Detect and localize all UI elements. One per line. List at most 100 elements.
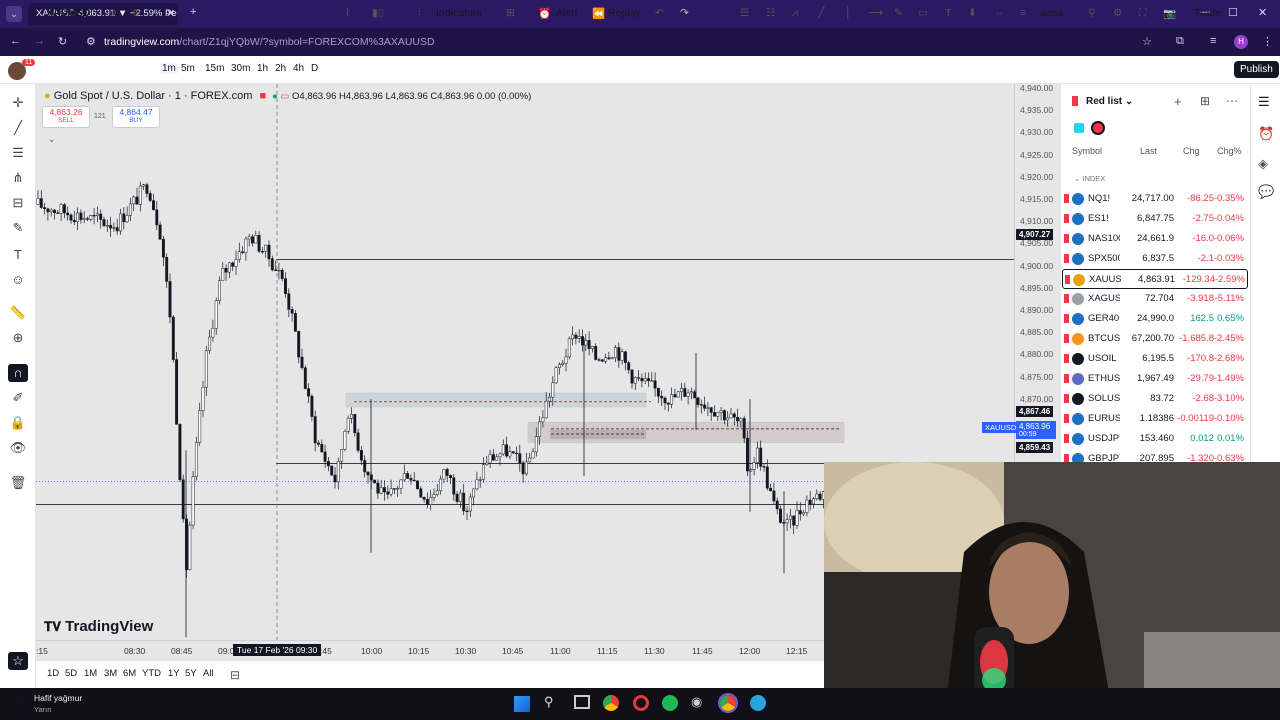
close-window-icon[interactable]: ✕ — [1258, 6, 1267, 19]
channel-tool-icon[interactable]: ☰ — [8, 144, 28, 162]
col-last[interactable]: Last — [1140, 146, 1157, 156]
site-info-icon[interactable]: ⚙ — [86, 35, 96, 48]
alert-icon[interactable]: ⏰ — [538, 7, 551, 20]
row-flag-icon[interactable] — [1064, 434, 1069, 443]
add-symbol-watchlist-icon[interactable]: + — [1174, 94, 1182, 109]
layout-name[interactable]: aaaa — [1040, 7, 1063, 19]
weather-text[interactable]: Hafif yağmur — [34, 693, 82, 703]
range-1m[interactable]: 1M — [84, 668, 97, 679]
zoom-in-icon[interactable]: ⊕ — [8, 329, 28, 347]
search-icon[interactable]: ⚲ — [544, 694, 554, 710]
arrow-icon[interactable]: ⬇ — [968, 7, 977, 19]
chrome-active-icon[interactable] — [718, 693, 738, 713]
text-icon[interactable]: T — [945, 7, 951, 19]
range-5d[interactable]: 5D — [65, 668, 77, 679]
watchlist-toggle-icon[interactable]: ☰ — [1258, 94, 1270, 110]
add-symbol-icon[interactable]: ⊕ — [132, 7, 141, 19]
range-3m[interactable]: 3M — [104, 668, 117, 679]
new-tab-icon[interactable]: + — [190, 6, 196, 18]
trendline-icon[interactable]: ╱ — [818, 7, 824, 19]
watchlist-row[interactable]: EURUSD 1.18386-0.00119-0.10% — [1062, 409, 1248, 429]
ruler-icon[interactable]: ⇔ — [994, 7, 1005, 19]
watchlist-title[interactable]: Red list ⌄ — [1086, 96, 1133, 107]
watchlist-row[interactable]: BTCUSD 67,200.70 -1,685.8-2.45% — [1062, 329, 1248, 349]
alerts-clock-icon[interactable]: ⏰ — [1258, 126, 1274, 142]
start-icon[interactable] — [514, 696, 530, 712]
bookmark-star-icon[interactable]: ☆ — [1142, 35, 1152, 48]
layout-icon[interactable]: ≡ — [1020, 7, 1026, 19]
chat-icon[interactable]: 💬 — [1258, 184, 1274, 200]
watchlist-row[interactable]: ETHUSD 1,967.49 -29.79-1.49% — [1062, 369, 1248, 389]
horizontal-ray-icon[interactable]: ⟶ — [868, 7, 883, 19]
chrome-icon[interactable] — [603, 695, 619, 711]
buy-button[interactable]: 4,864.47 BUY — [112, 106, 160, 128]
col-pct[interactable]: Chg% — [1217, 146, 1242, 156]
measure-icon[interactable]: 📏 — [8, 304, 28, 322]
legend-title[interactable]: Gold Spot / U.S. Dollar · 1 · FOREX.com — [54, 90, 253, 102]
interval-4h[interactable]: 4h — [291, 63, 306, 74]
fib-icon[interactable]: ☷ — [766, 7, 775, 19]
trade-button[interactable]: Trade — [1194, 7, 1221, 19]
range-all[interactable]: All — [203, 668, 214, 679]
publish-button[interactable]: Publish — [1234, 61, 1279, 78]
date-range-icon[interactable]: ⊟ — [230, 668, 240, 682]
row-flag-icon[interactable] — [1064, 234, 1069, 243]
brush-icon[interactable]: ✎ — [894, 7, 903, 19]
indicators-button[interactable]: Indicators — [436, 7, 482, 19]
lock-icon[interactable]: 🔒 — [8, 414, 28, 432]
watchlist-row[interactable]: NQ1! 24,717.00 -86.25 -0.35% — [1062, 189, 1248, 209]
interval-1m[interactable]: 1m — [160, 63, 178, 74]
flag-filter-red-icon[interactable] — [1091, 121, 1105, 135]
draw-mode-icon[interactable]: ✐ — [8, 389, 28, 407]
watchlist-row[interactable]: USOIL 6,195.5 -170.8 -2.68% — [1062, 349, 1248, 369]
task-view-icon[interactable] — [574, 695, 590, 709]
patterns-tool-icon[interactable]: ⊟ — [8, 194, 28, 212]
pitchfork-icon[interactable]: ⋔ — [8, 169, 28, 187]
sell-button[interactable]: 4,863.26 SELL — [42, 106, 90, 128]
reload-icon[interactable]: ↻ — [58, 35, 67, 48]
symbol-search[interactable]: XAUUSD — [46, 7, 90, 19]
emoji-icon[interactable]: ☺ — [8, 271, 28, 289]
tab-menu-icon[interactable]: ⌄ — [6, 6, 22, 22]
watchlist-row[interactable]: SOLUSD 83.72 -2.68-3.10% — [1062, 389, 1248, 409]
pattern-icon[interactable]: ⩘ — [792, 7, 798, 20]
more-options-icon[interactable]: ⋯ — [1226, 94, 1238, 108]
settings-icon[interactable]: ⚙ — [1113, 7, 1122, 19]
browser-menu-icon[interactable]: ⋮ — [1262, 35, 1273, 48]
zoom-icon[interactable]: ⚲ — [1088, 7, 1096, 19]
flag-filter-cyan-icon[interactable] — [1074, 123, 1084, 133]
brush-tool-icon[interactable]: ✎ — [8, 219, 28, 237]
fullscreen-icon[interactable]: ⛶ — [1139, 7, 1146, 20]
row-flag-icon[interactable] — [1064, 394, 1069, 403]
row-flag-icon[interactable] — [1064, 334, 1069, 343]
text-tool-icon[interactable]: T — [8, 246, 28, 264]
favorites-star-icon[interactable]: ☆ — [8, 652, 28, 670]
range-1y[interactable]: 1Y — [168, 668, 180, 679]
row-flag-icon[interactable] — [1064, 214, 1069, 223]
range-6m[interactable]: 6M — [123, 668, 136, 679]
redo-icon[interactable]: ↷ — [680, 7, 689, 19]
trendline-tool-icon[interactable]: ╱ — [8, 119, 28, 137]
close-tab-icon[interactable]: ✕ — [166, 7, 175, 20]
layers-icon[interactable]: ◈ — [1258, 156, 1268, 172]
range-ytd[interactable]: YTD — [142, 668, 161, 679]
replay-icon[interactable]: ⏪ — [592, 7, 605, 20]
templates-icon[interactable]: ⊞ — [506, 7, 515, 19]
undo-icon[interactable]: ↶ — [655, 7, 664, 19]
interval-D[interactable]: D — [309, 63, 320, 74]
trash-icon[interactable]: 🗑 — [8, 474, 28, 492]
profile-avatar[interactable]: H — [1234, 35, 1248, 49]
row-flag-icon[interactable] — [1064, 314, 1069, 323]
watchlist-row[interactable]: XAUUSD 4,863.91 -129.34-2.59% — [1062, 269, 1248, 289]
range-1d[interactable]: 1D — [47, 668, 59, 679]
eye-icon[interactable]: 👁 — [8, 439, 28, 457]
candles-icon[interactable]: ▮▯ — [372, 7, 384, 19]
forward-icon[interactable]: → — [34, 35, 45, 47]
interval-15m[interactable]: 15m — [203, 63, 226, 74]
row-flag-icon[interactable] — [1064, 374, 1069, 383]
media-icon[interactable]: ≡ — [1210, 35, 1216, 47]
rectangle-icon[interactable]: ▭ — [918, 7, 928, 19]
vertical-line-icon[interactable]: │ — [845, 7, 852, 19]
row-flag-icon[interactable] — [1064, 194, 1069, 203]
watchlist-row[interactable]: GER40 24,990.0 162.5 0.65% — [1062, 309, 1248, 329]
